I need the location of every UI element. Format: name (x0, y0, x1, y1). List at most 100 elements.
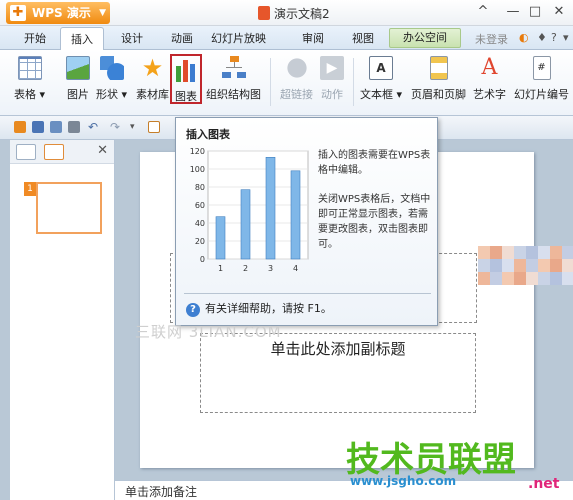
slide-number-button[interactable]: # 幻灯片编号 (514, 56, 569, 102)
mosaic-tile (490, 272, 502, 285)
table-button[interactable]: 表格 ▾ (14, 56, 45, 102)
more-icon[interactable]: ▾ (563, 31, 569, 44)
redo-icon[interactable]: ↷ (110, 121, 122, 133)
tab-home[interactable]: 开始 (24, 30, 46, 46)
slides-pane: ✕ 1 (10, 140, 115, 500)
mosaic-tile (490, 259, 502, 272)
wordart-button[interactable]: A 艺术字 (473, 56, 506, 102)
watermark-net: .net (528, 476, 560, 492)
chart-bar (240, 189, 251, 260)
action-button[interactable]: ▶ 动作 (320, 56, 344, 102)
tab-insert[interactable]: 插入 (60, 27, 104, 50)
chevron-down-icon: ▼ (99, 8, 106, 18)
ribbon-divider (270, 58, 271, 106)
mosaic-tile (550, 259, 562, 272)
document-tab-icon[interactable] (148, 121, 160, 133)
tooltip-desc-2: 关闭WPS表格后，文档中即可正常显示图表，若需要更改图表，双击图表即可。 (318, 194, 431, 250)
mosaic-tile (514, 246, 526, 259)
mosaic-tile (502, 246, 514, 259)
mosaic-tile (502, 259, 514, 272)
tooltip-description: 插入的图表需要在WPS表格中编辑。 关闭WPS表格后，文档中即可正常显示图表，若… (318, 148, 432, 266)
play-icon: ▶ (320, 56, 344, 80)
chart-y-tick-label: 20 (195, 237, 205, 246)
customize-chevron-icon[interactable]: ▾ (130, 121, 142, 133)
close-pane-icon[interactable]: ✕ (97, 143, 108, 158)
header-footer-button[interactable]: 页眉和页脚 (411, 56, 466, 102)
mosaic-tile (514, 259, 526, 272)
notes-pane[interactable]: 单击添加备注 (115, 480, 573, 500)
login-status[interactable]: 未登录 (475, 31, 508, 47)
pin-icon[interactable]: ♦ (537, 31, 547, 44)
slides-tab-icon[interactable] (44, 144, 64, 160)
org-chart-icon (221, 56, 246, 80)
tab-review[interactable]: 审阅 (302, 30, 324, 46)
help-icon[interactable]: ? (551, 31, 557, 44)
textbox-button[interactable]: A 文本框 ▾ (360, 56, 402, 102)
wordart-icon: A (481, 55, 498, 80)
hyperlink-button[interactable]: 超链接 (280, 56, 313, 102)
slide-number-icon: # (532, 56, 551, 80)
org-chart-button[interactable]: 组织结构图 (206, 56, 261, 102)
mosaic-tile (478, 259, 490, 272)
slide-thumbnail[interactable] (36, 182, 102, 234)
save-icon[interactable] (32, 121, 44, 133)
mosaic-tile (550, 272, 562, 285)
save-as-icon[interactable] (50, 121, 62, 133)
picture-button[interactable]: 图片 (66, 56, 90, 102)
tab-view[interactable]: 视图 (352, 30, 374, 46)
tooltip-help: ? 有关详细帮助，请按 F1。 (186, 300, 332, 317)
app-name: WPS 演示 (32, 6, 91, 20)
subtitle-placeholder[interactable]: 单击此处添加副标题 (200, 333, 476, 413)
mosaic-tile (550, 246, 562, 259)
mosaic-tile (526, 272, 538, 285)
material-library-button[interactable]: ★ 素材库 (136, 56, 169, 102)
ribbon-tabs: 开始 插入 设计 动画 幻灯片放映 审阅 视图 办公空间 未登录 ◐ ♦ ? ▾ (0, 26, 573, 50)
insert-chart-tooltip: 插入图表 120 100 80 60 40 20 0 1 2 3 4 插入的图表需要在WPS表格中… (175, 117, 438, 326)
tooltip-divider (184, 293, 431, 294)
wps-small-icon[interactable] (14, 121, 26, 133)
header-footer-icon (429, 56, 448, 80)
help-question-icon: ? (186, 303, 200, 317)
tooltip-help-text: 有关详细帮助，请按 F1。 (205, 302, 332, 315)
tab-animation[interactable]: 动画 (171, 30, 193, 46)
mosaic-tile (562, 259, 573, 272)
mosaic-tile (502, 272, 514, 285)
outline-tab-icon[interactable] (16, 144, 36, 160)
chart-label: 图表 (175, 90, 197, 103)
watermark-url: www.jsgho.com (350, 474, 457, 488)
chart-x-tick-label: 3 (268, 264, 273, 273)
shapes-button[interactable]: 形状 ▾ (96, 56, 127, 102)
mosaic-tile (538, 272, 550, 285)
chart-x-tick-label: 2 (243, 264, 248, 273)
mosaic-tile (490, 246, 502, 259)
material-label: 素材库 (136, 88, 169, 101)
textbox-label: 文本框 (360, 88, 393, 101)
tab-design[interactable]: 设计 (121, 30, 143, 46)
skin-icon[interactable]: ◐ (519, 31, 529, 44)
mosaic-tile (478, 246, 490, 259)
shapes-label: 形状 (96, 88, 118, 101)
close-button[interactable]: ✕ (548, 3, 570, 21)
undo-icon[interactable]: ↶ (88, 121, 100, 133)
slides-pane-header: ✕ (10, 140, 114, 164)
minimize-button[interactable]: — (502, 3, 524, 21)
table-icon (17, 56, 42, 80)
office-space-button[interactable]: 办公空间 (389, 28, 461, 48)
mosaic-tile (562, 246, 573, 259)
app-menu-button[interactable]: ✚ WPS 演示 ▼ (6, 2, 110, 24)
ribbon-divider (353, 58, 354, 106)
print-icon[interactable] (68, 121, 80, 133)
maximize-button[interactable]: □ (524, 3, 546, 21)
chart-y-tick-label: 100 (190, 165, 205, 174)
org-chart-label: 组织结构图 (206, 88, 261, 101)
chart-button[interactable]: 图表 (170, 54, 202, 104)
star-icon: ★ (141, 54, 164, 82)
chart-y-tick-label: 40 (195, 219, 205, 228)
header-footer-label: 页眉和页脚 (411, 88, 466, 101)
mosaic-tile (538, 259, 550, 272)
globe-link-icon (284, 56, 309, 80)
tab-slideshow[interactable]: 幻灯片放映 (211, 30, 266, 46)
collapse-ribbon-button[interactable]: ^ (472, 3, 494, 21)
shapes-icon (99, 56, 124, 80)
mosaic-tile (526, 246, 538, 259)
